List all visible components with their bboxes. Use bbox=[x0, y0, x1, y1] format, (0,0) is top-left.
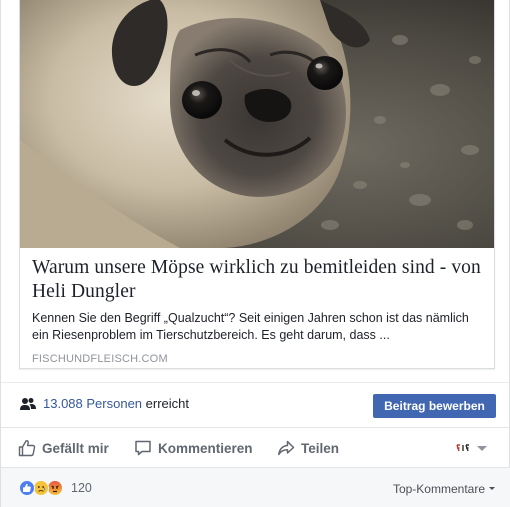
comment-label: Kommentieren bbox=[158, 440, 253, 456]
reach-count: 13.088 bbox=[43, 396, 83, 411]
post-as-selector[interactable] bbox=[455, 440, 487, 456]
reach-reached-label: erreicht bbox=[145, 396, 190, 411]
like-reaction-icon bbox=[19, 480, 35, 496]
preview-image[interactable] bbox=[20, 0, 494, 248]
page-avatar-icon bbox=[455, 444, 471, 452]
share-label: Teilen bbox=[301, 440, 340, 456]
comment-sort-dropdown[interactable]: Top-Kommentare bbox=[393, 482, 495, 496]
people-icon bbox=[20, 398, 36, 410]
share-button[interactable]: Teilen bbox=[277, 428, 339, 468]
action-bar: Gefällt mir Kommentieren Teilen bbox=[1, 427, 509, 467]
share-icon bbox=[278, 440, 295, 456]
post-card: Warum unsere Möpse wirklich zu bemitleid… bbox=[0, 0, 510, 507]
thumbs-up-icon bbox=[18, 440, 36, 457]
pug-photo bbox=[20, 0, 494, 248]
reaction-count[interactable]: 120 bbox=[71, 481, 92, 495]
preview-description: Kennen Sie den Begriff „Qualzucht“? Seit… bbox=[32, 311, 469, 342]
comment-icon bbox=[135, 440, 151, 456]
preview-title[interactable]: Warum unsere Möpse wirklich zu bemitleid… bbox=[32, 256, 488, 304]
like-button[interactable]: Gefällt mir bbox=[18, 428, 109, 468]
reactions-row: 120 Top-Kommentare bbox=[1, 467, 510, 507]
reaction-icons[interactable] bbox=[19, 480, 63, 496]
link-preview[interactable]: Warum unsere Möpse wirklich zu bemitleid… bbox=[19, 0, 495, 369]
preview-domain: FISCHUNDFLEISCH.COM bbox=[32, 353, 168, 365]
comment-sort-label: Top-Kommentare bbox=[392, 482, 485, 496]
chevron-down-icon bbox=[477, 445, 487, 451]
reach-text: 13.088 Personen erreicht bbox=[43, 396, 189, 411]
comment-button[interactable]: Kommentieren bbox=[134, 428, 253, 468]
like-label: Gefällt mir bbox=[42, 440, 109, 456]
reach-people-label: Personen bbox=[86, 396, 143, 411]
boost-post-button[interactable]: Beitrag bewerben bbox=[373, 394, 496, 418]
reach-row: 13.088 Personen erreicht Beitrag bewerbe… bbox=[1, 382, 509, 426]
preview-text: Warum unsere Möpse wirklich zu bemitleid… bbox=[32, 256, 488, 365]
reach-count-link[interactable]: 13.088 Personen bbox=[43, 396, 142, 411]
sad-reaction-icon bbox=[33, 480, 49, 496]
chevron-down-icon bbox=[489, 486, 495, 490]
angry-reaction-icon bbox=[47, 480, 63, 496]
